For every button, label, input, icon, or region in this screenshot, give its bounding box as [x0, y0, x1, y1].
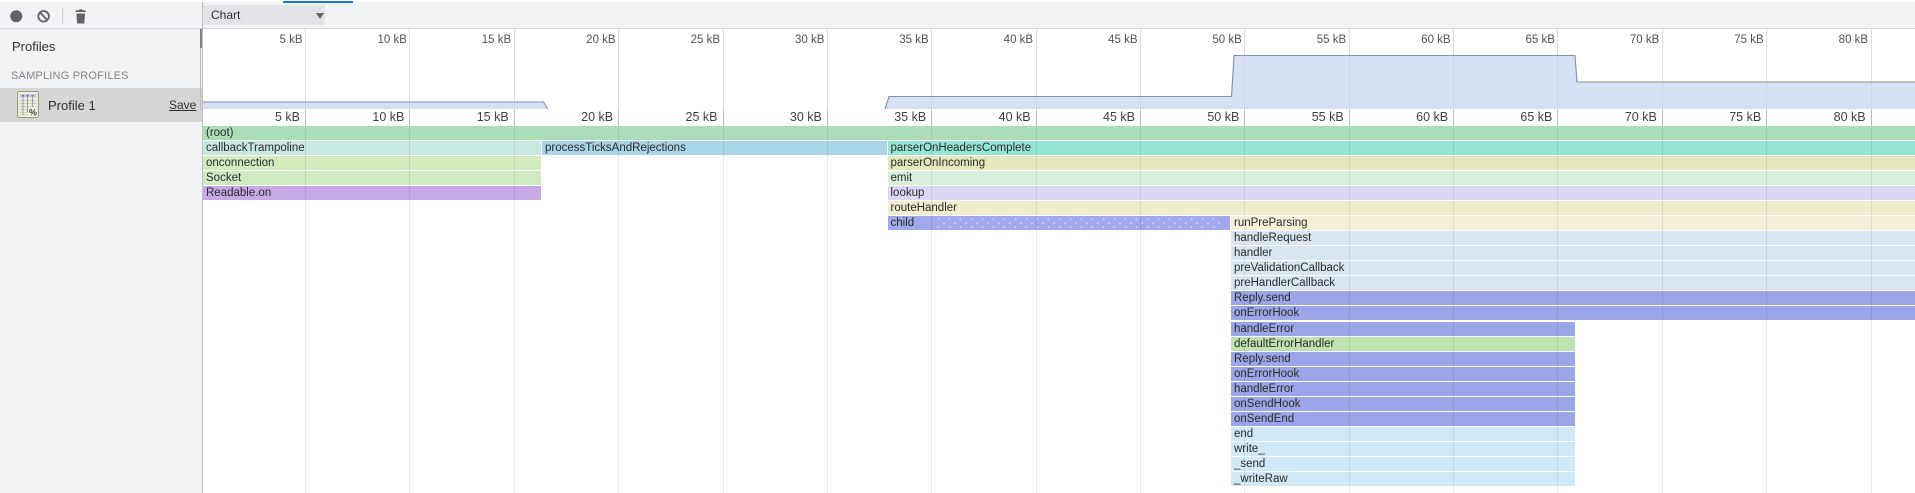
svg-text:%: % — [29, 108, 37, 118]
